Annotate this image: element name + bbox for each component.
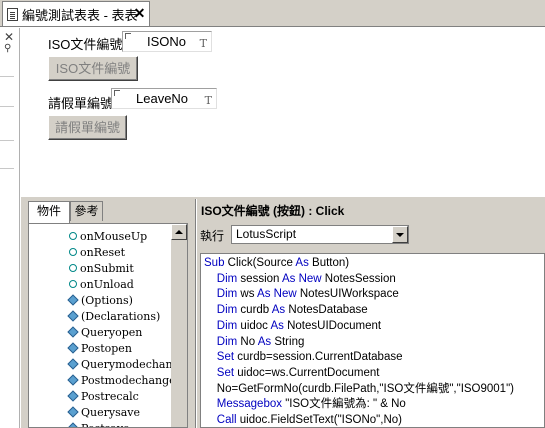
field-corner-mark [125,33,131,39]
object-list-item[interactable]: Queryopen [67,324,143,340]
divider [0,76,14,77]
divider [0,140,14,141]
code-line: Set uidoc=ws.CurrentDocument [216,366,380,379]
object-list-item[interactable]: Querysave [67,404,141,420]
code-line: Sub Click(Source As Button) [204,257,350,269]
object-list-item[interactable]: Postrecalc [67,388,139,404]
pin-icon[interactable]: ⚲ [4,43,14,54]
circle-event-icon [69,248,77,256]
code-line: Dim uidoc As NotesUIDocument [216,319,382,332]
run-label: 執行 [200,229,225,243]
object-list-item-label: Querysave [81,405,141,419]
leave-no-label: 請假單編號: [48,96,117,111]
diamond-script-icon [67,422,79,427]
circle-event-icon [69,232,77,240]
iso-no-field-name: ISONo [147,34,187,49]
divider [0,106,14,107]
diamond-script-icon [67,358,79,370]
object-list-item[interactable]: Querymodechange [67,356,186,372]
close-tab-icon[interactable]: ✕ [133,6,146,21]
field-corner-mark [114,90,120,96]
code-line: Set curdb=session.CurrentDatabase [216,351,403,364]
close-icon[interactable]: ✕ [4,30,14,44]
code-line: Dim No As String [216,335,305,348]
document-tab[interactable]: 編號測試表表 - 表表 ✕ [2,1,150,26]
object-list-item[interactable]: Postmodechange [67,372,176,388]
diamond-script-icon [67,390,79,402]
language-select-value: LotusScript [236,227,297,241]
object-browser-panel: 物件 參考 Postsave Querysave Postrecalc Postmod… [21,199,196,428]
object-list-item[interactable]: onReset [69,244,125,260]
chevron-down-icon[interactable] [392,226,408,243]
leave-no-field[interactable]: LeaveNo T [111,88,217,109]
object-list-item-label: onMouseUp [80,229,148,243]
code-line: Dim curdb As NotesDatabase [216,304,368,317]
left-strip: ✕ ⚲ [0,28,20,428]
code-line: Call uidoc.FieldSetText("ISONo",No) [216,414,402,426]
tab-title: 編號測試表表 - 表表 [22,7,138,23]
object-list-item[interactable]: Postsave [67,420,130,428]
object-list-item[interactable]: onMouseUp [69,228,147,244]
object-list-item-label: onUnload [80,277,134,291]
object-list[interactable]: Postsave Querysave Postrecalc Postmodechang… [28,223,188,428]
tab-objects[interactable]: 物件 [28,201,70,223]
code-line: Dim ws As New NotesUIWorkspace [216,288,399,301]
object-list-item-label: onSubmit [80,261,134,275]
script-editor-panel: ISO文件編號 (按鈕) : Click 執行 LotusScript Sub … [197,199,545,428]
object-list-item[interactable]: (Declarations) [67,308,161,324]
object-list-item-label: Postrecalc [81,389,139,403]
iso-no-button[interactable]: ISO文件編號 [48,56,138,81]
diamond-script-icon [67,342,79,354]
circle-event-icon [69,264,77,272]
code-line: Messagebox "ISO文件編號為: " & No [216,398,406,411]
scroll-up-arrow-icon[interactable] [171,224,187,240]
object-list-item-label: (Options) [81,293,133,307]
text-field-type-icon: T [204,94,212,107]
divider [0,168,14,169]
object-list-item-label: (Declarations) [81,309,161,323]
diamond-script-icon [67,294,79,306]
form-document-icon [7,7,18,21]
object-list-item-label: Queryopen [81,325,143,339]
text-field-type-icon: T [199,37,207,50]
object-list-item[interactable]: (Options) [67,292,133,308]
code-line: No=GetFormNo(curdb.FilePath,"ISO文件編號","I… [204,382,514,395]
object-list-item-label: Postmodechange [81,373,176,387]
language-select[interactable]: LotusScript [231,225,409,244]
form-design-area: ISO文件編號: ISONo T ISO文件編號 請假單編號: LeaveNo … [21,28,545,196]
leave-no-button[interactable]: 請假單編號 [48,115,127,140]
diamond-script-icon [67,326,79,338]
code-editor[interactable]: Sub Click(Source As Button) Dim session … [200,253,545,428]
diamond-script-icon [67,374,79,386]
circle-event-icon [69,280,77,288]
vertical-scrollbar[interactable] [171,224,187,427]
object-list-item-label: Postsave [81,421,130,428]
script-editor-title: ISO文件編號 (按鈕) : Click [201,204,345,218]
tab-strip: 編號測試表表 - 表表 ✕ [0,0,545,27]
iso-no-label: ISO文件編號: [48,37,127,52]
iso-no-field[interactable]: ISONo T [122,31,212,52]
code-line: Dim session As New NotesSession [216,272,396,285]
diamond-script-icon [67,310,79,322]
object-list-item[interactable]: Postopen [67,340,132,356]
object-list-item[interactable]: onSubmit [69,260,134,276]
tab-reference[interactable]: 參考 [70,201,103,221]
leave-no-field-name: LeaveNo [136,91,189,106]
object-list-item-label: onReset [80,245,126,259]
object-list-item-label: Postopen [81,341,132,355]
object-list-item[interactable]: onUnload [69,276,134,292]
diamond-script-icon [67,406,79,418]
